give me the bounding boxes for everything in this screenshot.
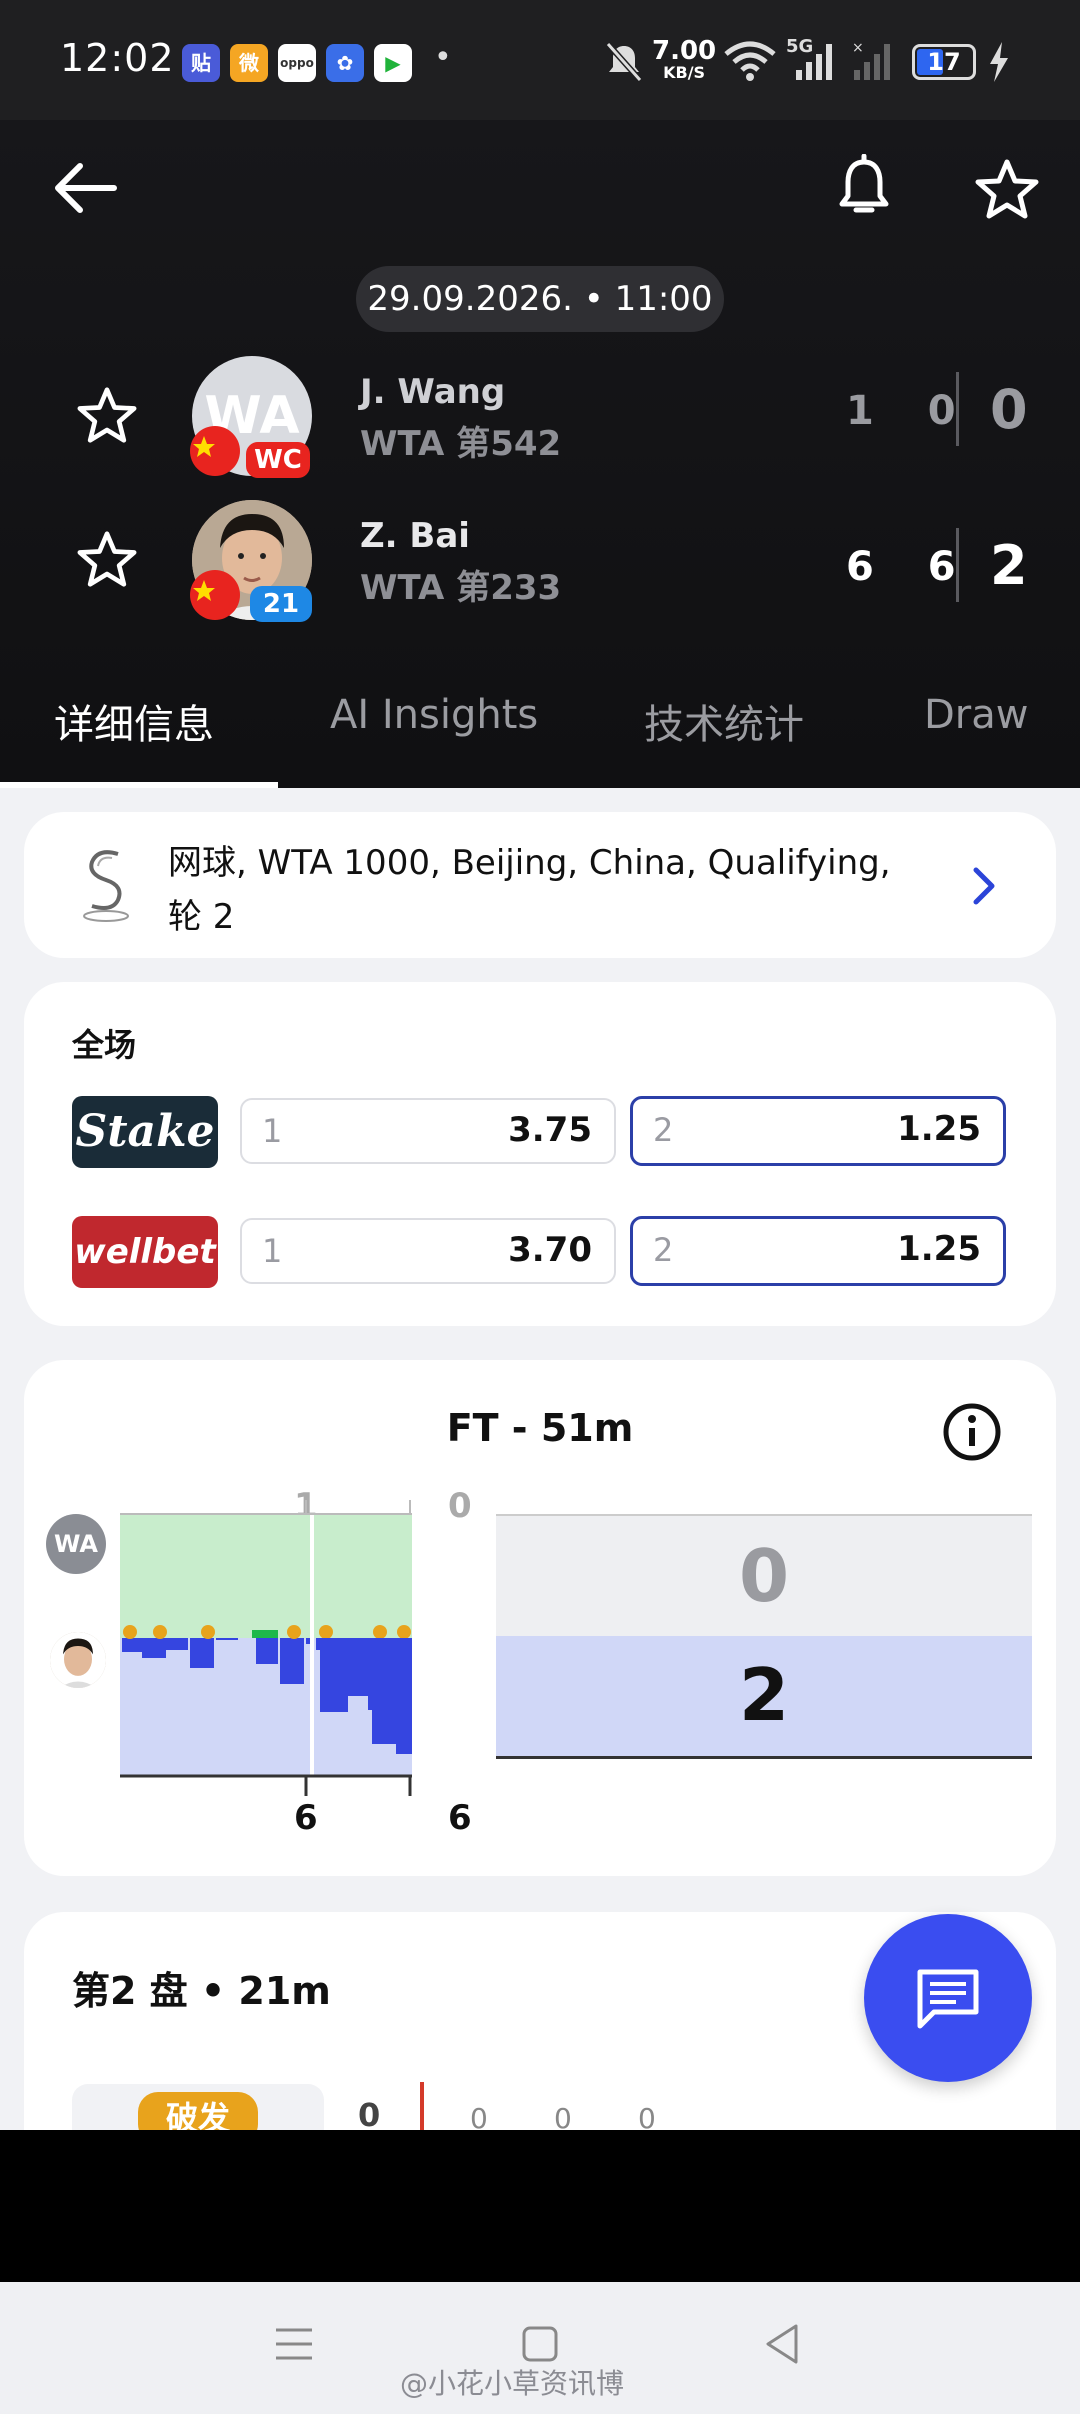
- status-time: 12:02: [60, 36, 175, 80]
- tab-ai-insights[interactable]: AI Insights: [330, 692, 538, 738]
- battery-indicator: 17: [912, 44, 976, 80]
- odds-card: 全场 Stake 1 3.75 2 1.25 wellbet 1 3.70 2 …: [24, 982, 1056, 1326]
- menu-nav-icon[interactable]: [272, 2324, 316, 2364]
- chat-fab-button[interactable]: [864, 1914, 1032, 2082]
- match-header: 29.09.2026. • 11:00 WA WC J. Wang WTA 第5…: [0, 120, 1080, 788]
- break-value: 0: [470, 2102, 488, 2130]
- tab-details[interactable]: 详细信息: [54, 692, 214, 750]
- player2-rank: WTA 第233: [360, 568, 562, 608]
- signal-2-icon: ×: [852, 40, 890, 80]
- watermark: @小花小草资讯博: [400, 2367, 625, 2400]
- stake-logo[interactable]: Stake: [72, 1096, 218, 1168]
- total-top-panel: 0: [496, 1514, 1032, 1638]
- player2-name[interactable]: Z. Bai: [360, 516, 470, 556]
- player1-rank: WTA 第542: [360, 424, 562, 464]
- player2-total-sets: 2: [990, 534, 1028, 597]
- set-divider: [420, 2082, 424, 2130]
- player1-name[interactable]: J. Wang: [360, 372, 505, 412]
- wellbet-odds-1[interactable]: 1 3.70: [240, 1218, 616, 1284]
- player2-favorite-star-icon[interactable]: [76, 530, 138, 588]
- screen-gap: [0, 2130, 1080, 2282]
- back-arrow-icon[interactable]: [50, 158, 120, 218]
- set2-title: 第2 盘 • 21m: [72, 1969, 331, 2013]
- tournament-card[interactable]: 网球, WTA 1000, Beijing, China, Qualifying…: [24, 812, 1056, 958]
- player1-mini-avatar: WA: [46, 1514, 106, 1574]
- network-speed: 7.00 KB/S: [652, 36, 717, 82]
- wellbet-odds-2[interactable]: 2 1.25: [630, 1216, 1006, 1286]
- weibo-icon: 微: [230, 44, 268, 82]
- total-bottom-panel: 2: [496, 1636, 1032, 1759]
- tab-draw[interactable]: Draw: [924, 692, 1028, 738]
- oppo-icon: oppo: [278, 44, 316, 82]
- score-divider: [956, 372, 959, 446]
- break-label: 破发: [138, 2092, 258, 2130]
- chat-icon: [917, 1969, 979, 2029]
- home-nav-icon[interactable]: [520, 2322, 560, 2366]
- player2-seed-badge: 21: [250, 586, 312, 622]
- player1-wildcard-badge: WC: [246, 442, 310, 478]
- player2-mini-avatar: [50, 1632, 106, 1688]
- wifi-icon: [724, 41, 776, 81]
- favorite-star-icon[interactable]: [974, 158, 1040, 220]
- break-value: 0: [638, 2102, 656, 2130]
- bell-icon[interactable]: [836, 154, 892, 220]
- player1-favorite-star-icon[interactable]: [76, 386, 138, 444]
- break-value: 0: [358, 2096, 381, 2130]
- player1-total-sets: 0: [990, 378, 1028, 441]
- score-divider: [956, 528, 959, 602]
- china-flag-icon: [190, 426, 240, 476]
- tournament-logo-icon: [83, 850, 129, 922]
- momentum-title: FT - 51m: [446, 1406, 634, 1450]
- signal-icon: [796, 44, 832, 80]
- odds-title: 全场: [72, 1026, 137, 1064]
- china-flag-icon: [190, 570, 240, 620]
- tournament-name: 网球, WTA 1000, Beijing, China, Qualifying…: [168, 843, 891, 937]
- tab-stats[interactable]: 技术统计: [644, 692, 804, 750]
- info-icon[interactable]: [942, 1402, 1002, 1462]
- break-value: 0: [554, 2102, 572, 2130]
- video-app-icon: ▶: [374, 44, 412, 82]
- content-area: 网球, WTA 1000, Beijing, China, Qualifying…: [0, 788, 1080, 2130]
- charging-icon: [990, 42, 1008, 82]
- app-notification-icon: 贴: [182, 44, 220, 82]
- back-nav-icon[interactable]: [762, 2322, 802, 2366]
- total-bottom-value: 2: [738, 1653, 790, 1737]
- momentum-card: FT - 51m 1 0 6 6 WA 0 2: [24, 1360, 1056, 1876]
- app-flower-icon: ✿: [326, 44, 364, 82]
- svg-text:×: ×: [852, 40, 864, 56]
- stake-odds-2[interactable]: 2 1.25: [630, 1096, 1006, 1166]
- stake-odds-1[interactable]: 1 3.75: [240, 1098, 616, 1164]
- mute-bell-icon: [605, 42, 643, 82]
- chevron-right-icon[interactable]: [968, 864, 998, 908]
- wellbet-logo[interactable]: wellbet: [72, 1216, 218, 1288]
- more-notifications-dot: •: [434, 40, 452, 75]
- status-bar: 12:02 贴 微 oppo ✿ ▶ • 7.00 KB/S 5G × 17: [0, 0, 1080, 120]
- total-top-value: 0: [738, 1534, 790, 1618]
- match-datetime: 29.09.2026. • 11:00: [356, 266, 724, 332]
